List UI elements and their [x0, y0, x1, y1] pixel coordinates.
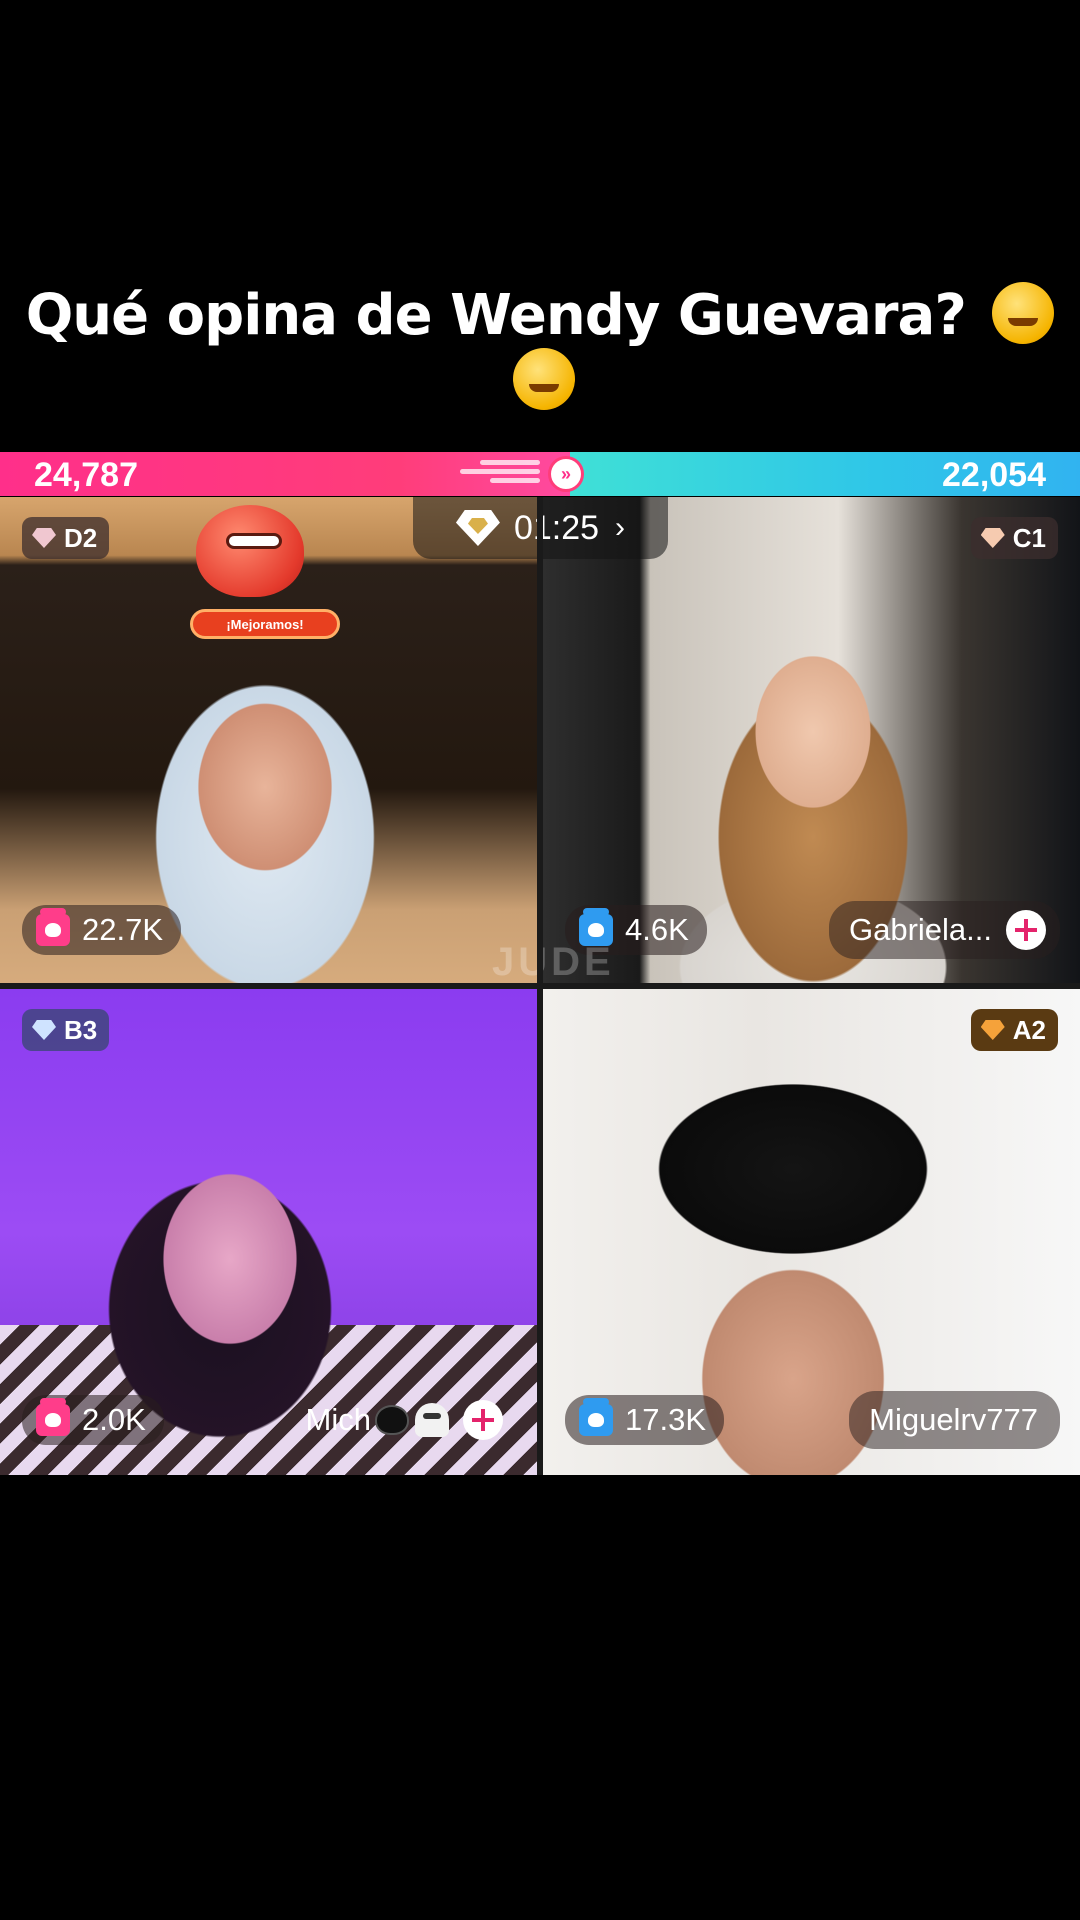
gem-trophy-icon	[455, 510, 500, 546]
guest-name: Miguelrv777	[869, 1402, 1038, 1437]
gift-count: 4.6K	[625, 912, 689, 947]
gift-count: 2.0K	[82, 1402, 146, 1437]
guest-tile-2[interactable]: C1 4.6K Gabriela...	[543, 497, 1080, 983]
diamond-icon	[980, 528, 1005, 548]
left-team-score: 24,787	[34, 456, 138, 494]
thinking-face-emoji-icon	[992, 282, 1055, 344]
watermark: JUDE	[492, 940, 615, 984]
gift-count-pill[interactable]: 17.3K	[565, 1395, 725, 1445]
gift-count: 17.3K	[625, 1402, 707, 1437]
gift-icon	[579, 1398, 613, 1436]
sticker-label: ¡Mejoramos!	[190, 609, 340, 639]
timer-value: 01:25	[513, 508, 600, 547]
rank-label: C1	[1012, 522, 1046, 553]
follow-plus-icon[interactable]	[463, 1400, 503, 1440]
speed-streak-icon	[450, 460, 550, 488]
chevron-right-icon: ›	[615, 511, 626, 544]
gift-icon	[36, 1398, 70, 1436]
sunglasses-icon	[226, 533, 282, 549]
ghost-emoji-icon	[415, 1403, 449, 1437]
rank-badge: A2	[970, 1009, 1058, 1051]
guest-tile-3[interactable]: B3 2.0K Mich	[0, 989, 537, 1475]
video-caption: Qué opina de Wendy Guevara?	[0, 282, 1080, 414]
battle-indicator-icon: »	[548, 456, 584, 492]
battle-right-team: » 22,054	[548, 452, 1080, 496]
gift-count: 22.7K	[82, 912, 164, 947]
rank-badge: D2	[22, 517, 110, 559]
gift-icon	[36, 908, 70, 946]
gift-count-pill[interactable]: 2.0K	[22, 1395, 164, 1445]
guest-name-pill[interactable]: Miguelrv777	[849, 1391, 1060, 1449]
guest-tile-1[interactable]: D2 ¡Mejoramos! 22.7K	[0, 497, 537, 983]
guest-tile-4[interactable]: A2 17.3K Miguelrv777	[543, 989, 1080, 1475]
black-heart-emoji-icon	[375, 1405, 409, 1435]
diamond-icon	[980, 1020, 1005, 1040]
heart-mascot-sticker	[186, 497, 326, 612]
rank-label: A2	[1012, 1014, 1046, 1045]
diamond-icon	[32, 1020, 56, 1040]
rank-badge: C1	[970, 517, 1058, 559]
rank-label: B3	[64, 1014, 98, 1045]
heart-mascot-icon	[196, 505, 304, 597]
grid-divider-horizontal	[0, 983, 1080, 989]
diamond-icon	[32, 528, 56, 548]
guest-name: Gabriela...	[848, 912, 992, 947]
rolling-laughing-emoji-icon	[513, 348, 575, 410]
guest-name-pill[interactable]: Mich	[286, 1391, 517, 1449]
follow-plus-icon[interactable]	[1006, 910, 1046, 950]
battle-score-bar: 24,787 » 22,054	[0, 452, 1080, 496]
caption-text: Qué opina de Wendy Guevara?	[25, 283, 967, 348]
gift-count-pill[interactable]: 22.7K	[22, 905, 182, 955]
guest-name-pill[interactable]: Gabriela...	[828, 901, 1060, 959]
guest-name: Mich	[305, 1402, 371, 1437]
rank-badge: B3	[22, 1009, 110, 1051]
right-team-score: 22,054	[942, 456, 1046, 494]
battle-left-team: 24,787	[0, 452, 570, 496]
rank-label: D2	[64, 522, 98, 553]
